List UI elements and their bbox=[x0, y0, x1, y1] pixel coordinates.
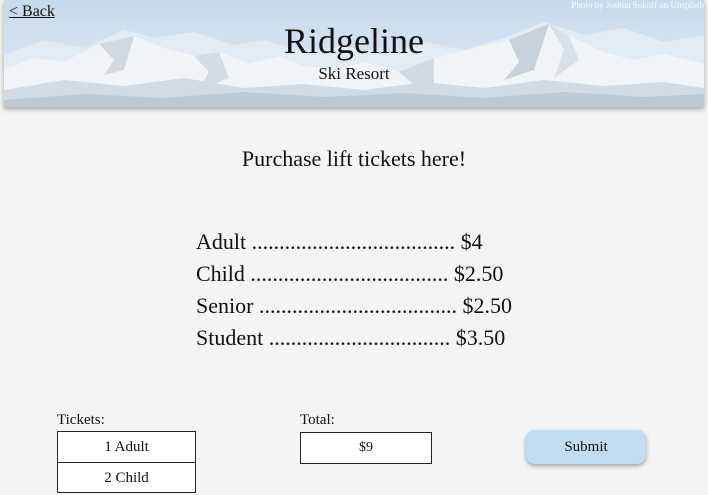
price-row-student: Student ................................… bbox=[196, 325, 506, 350]
tickets-label: Tickets: bbox=[57, 412, 105, 428]
ticket-item-adult[interactable]: 1 Adult bbox=[58, 432, 195, 462]
back-link[interactable]: < Back bbox=[9, 3, 55, 21]
total-value: $9 bbox=[300, 432, 432, 464]
total-label: Total: bbox=[300, 412, 335, 428]
purchase-headline: Purchase lift tickets here! bbox=[241, 146, 467, 171]
price-row-adult: Adult ..................................… bbox=[196, 229, 483, 254]
site-header: < Back Photo by Joshua Sukoff on Unsplas… bbox=[4, 0, 704, 107]
submit-button[interactable]: Submit bbox=[526, 430, 646, 464]
ticket-item-child[interactable]: 2 Child bbox=[58, 462, 195, 492]
price-list: Adult ..................................… bbox=[196, 226, 512, 354]
site-subtitle: Ski Resort bbox=[318, 64, 390, 83]
site-title: Ridgeline bbox=[284, 21, 424, 61]
photo-credit[interactable]: Photo by Joshua Sukoff on Unsplash bbox=[571, 0, 704, 10]
tickets-list: 1 Adult 2 Child bbox=[57, 431, 196, 493]
price-row-child: Child ..................................… bbox=[196, 261, 504, 286]
price-row-senior: Senior .................................… bbox=[196, 293, 512, 318]
